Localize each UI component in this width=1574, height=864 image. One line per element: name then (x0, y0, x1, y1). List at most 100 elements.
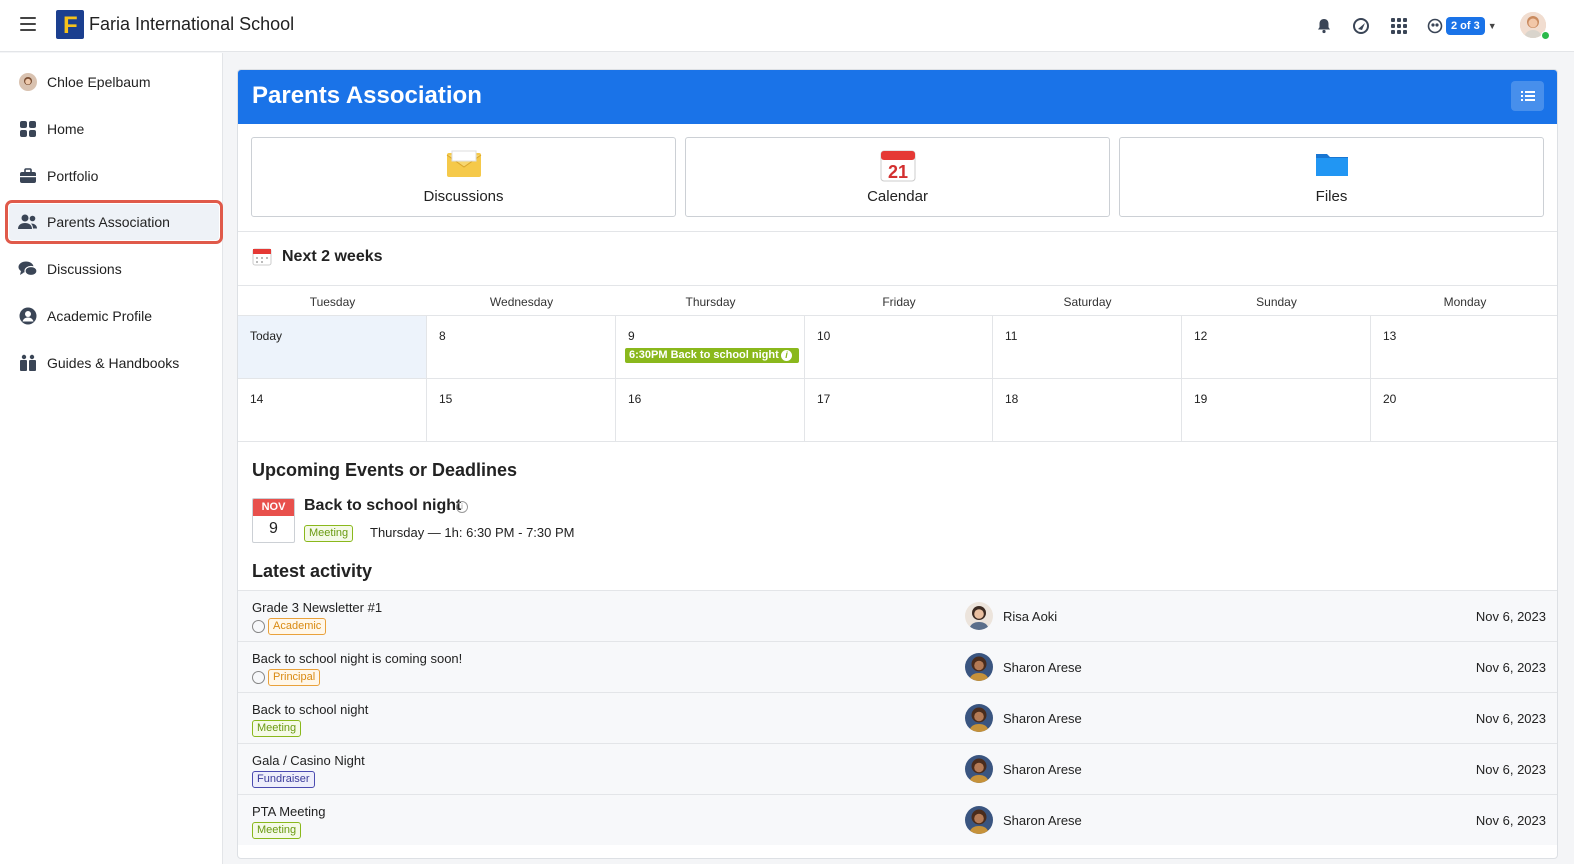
author-avatar (965, 653, 993, 681)
top-bar: F Faria International School 2 of 3 ▼ (0, 0, 1574, 52)
apps-grid-icon[interactable] (1389, 16, 1409, 36)
activity-row[interactable]: Back to school night is coming soon! Pri… (238, 641, 1557, 692)
next-weeks-heading: Next 2 weeks (282, 248, 383, 265)
books-icon (18, 353, 38, 373)
day-number: 19 (1194, 392, 1208, 406)
tile-discussions[interactable]: Discussions (251, 137, 676, 217)
school-logo[interactable]: F (56, 10, 84, 39)
author-avatar (965, 602, 993, 630)
activity-author: Sharon Arese (1003, 762, 1082, 777)
school-name[interactable]: Faria International School (89, 14, 294, 35)
divider (238, 231, 1557, 232)
event-title-link[interactable]: Back to school night (304, 497, 461, 515)
chat-circle-icon (252, 671, 265, 684)
calendar-event-chip[interactable]: 6:30PM Back to school night i (625, 348, 799, 363)
briefcase-icon (18, 166, 38, 186)
tile-label: Files (1315, 188, 1348, 205)
sidebar-item-label: Portfolio (47, 168, 99, 184)
activity-author: Sharon Arese (1003, 813, 1082, 828)
online-status-dot (1541, 31, 1550, 40)
sidebar-item-portfolio[interactable]: Portfolio (8, 157, 220, 195)
switcher-badge: 2 of 3 (1446, 16, 1485, 35)
author-avatar (965, 704, 993, 732)
calendar-weekday-header: Tuesday Wednesday Thursday Friday Saturd… (238, 285, 1557, 316)
sidebar-item-label: Chloe Epelbaum (47, 74, 151, 90)
sidebar-item-label: Home (47, 121, 85, 137)
activity-row[interactable]: Gala / Casino Night Fundraiser Sharon Ar… (238, 743, 1557, 794)
quick-links: Discussions 21 Calendar Files (251, 137, 1544, 217)
grid-icon (18, 119, 38, 139)
activity-row[interactable]: PTA Meeting Meeting Sharon Arese Nov 6, … (238, 794, 1557, 845)
calendar-day-cell[interactable]: 18 (993, 379, 1182, 442)
school-switcher[interactable]: 2 of 3 ▼ (1427, 15, 1497, 36)
day-number: 20 (1383, 392, 1397, 406)
activity-tag: Meeting (252, 822, 302, 839)
calendar-day-cell[interactable]: 14 (238, 379, 427, 442)
calendar-day-cell[interactable]: 11 (993, 316, 1182, 379)
author-avatar (965, 755, 993, 783)
calendar-day-cell[interactable]: 20 (1371, 379, 1557, 442)
info-icon[interactable]: i (456, 501, 468, 513)
users-icon (18, 212, 38, 232)
bell-icon[interactable] (1314, 16, 1334, 36)
sidebar-item-profile[interactable]: Chloe Epelbaum (8, 63, 220, 101)
sidebar-item-guides-handbooks[interactable]: Guides & Handbooks (8, 344, 220, 382)
sidebar-item-parents-association[interactable]: Parents Association (5, 200, 223, 244)
event-tag: Meeting (304, 525, 354, 542)
sidebar-item-label: Discussions (47, 261, 122, 277)
calendar-day-cell[interactable]: 8 (427, 316, 616, 379)
calendar-day-cell[interactable]: 10 (805, 316, 993, 379)
weekday-label: Friday (882, 295, 916, 309)
calendar-day-cell[interactable]: 15 (427, 379, 616, 442)
event-day: 9 (269, 520, 278, 537)
calendar-day-cell[interactable]: 13 (1371, 316, 1557, 379)
calendar-icon (252, 248, 272, 266)
tile-calendar[interactable]: 21 Calendar (685, 137, 1110, 217)
day-number: 16 (628, 392, 642, 406)
calendar-day-cell[interactable]: 16 (616, 379, 805, 442)
group-panel: Parents Association Discussions 21 Calen… (237, 69, 1558, 859)
sidebar-item-home[interactable]: Home (8, 110, 220, 148)
calendar-day-cell[interactable]: 12 (1182, 316, 1371, 379)
sidebar-item-academic-profile[interactable]: Academic Profile (8, 297, 220, 335)
event-chip-label: 6:30PM Back to school night (629, 349, 779, 361)
activity-row[interactable]: Grade 3 Newsletter #1 Academic Risa Aoki… (238, 590, 1557, 641)
calendar-day-cell[interactable]: 19 (1182, 379, 1371, 442)
day-number: 10 (817, 329, 831, 343)
day-number: 17 (817, 392, 831, 406)
activity-title: Back to school night (252, 702, 369, 717)
activity-title: Grade 3 Newsletter #1 (252, 600, 383, 615)
sidebar-item-label: Academic Profile (47, 308, 153, 324)
activity-tag: Fundraiser (252, 771, 315, 788)
calendar-day-cell[interactable]: 17 (805, 379, 993, 442)
sidebar-item-discussions[interactable]: Discussions (8, 250, 220, 288)
menu-icon[interactable] (20, 17, 36, 31)
calendar-day-cell[interactable]: Today (238, 316, 427, 379)
author-avatar (965, 806, 993, 834)
chat-circle-icon (252, 620, 265, 633)
user-avatar-icon (18, 72, 38, 92)
weekday-label: Monday (1443, 295, 1487, 309)
folder-icon (1315, 154, 1348, 176)
day-number: 11 (1005, 329, 1018, 343)
latest-activity-heading: Latest activity (252, 561, 373, 581)
activity-author: Sharon Arese (1003, 711, 1082, 726)
list-view-button[interactable] (1511, 81, 1544, 111)
weekday-label: Thursday (685, 295, 736, 309)
activity-date: Nov 6, 2023 (1475, 711, 1546, 726)
activity-row[interactable]: Back to school night Meeting Sharon Ares… (238, 692, 1557, 743)
upcoming-heading: Upcoming Events or Deadlines (252, 460, 518, 480)
activity-tag: Academic (268, 618, 327, 635)
info-icon: i (781, 350, 792, 361)
activity-date: Nov 6, 2023 (1475, 609, 1546, 624)
day-number: 9 (628, 329, 635, 343)
weekday-label: Sunday (1256, 295, 1297, 309)
activity-date: Nov 6, 2023 (1475, 813, 1546, 828)
calendar-day-cell[interactable]: 9 6:30PM Back to school night i (616, 316, 805, 379)
messages-icon[interactable] (1351, 16, 1371, 36)
activity-author: Sharon Arese (1003, 660, 1082, 675)
sidebar: Chloe Epelbaum Home Portfolio Parents As… (0, 53, 223, 864)
tile-label: Calendar (867, 188, 928, 205)
activity-title: Gala / Casino Night (252, 753, 365, 768)
tile-files[interactable]: Files (1119, 137, 1544, 217)
